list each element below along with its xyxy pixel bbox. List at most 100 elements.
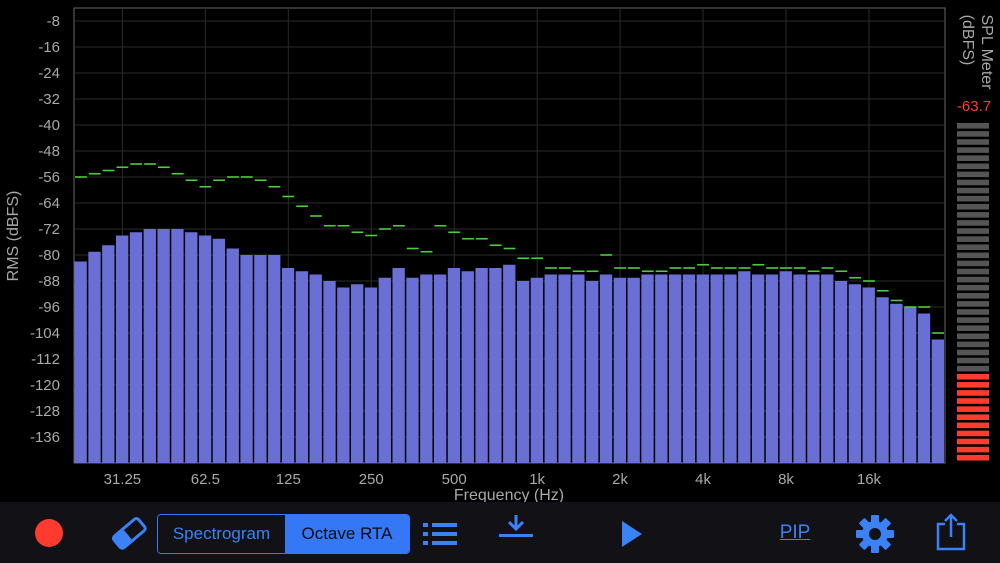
- x-tick-label: 250: [359, 471, 384, 488]
- spl-meter-segment: [957, 365, 989, 372]
- spl-meter-segment: [957, 179, 989, 186]
- x-tick-label: 8k: [778, 471, 794, 488]
- record-button[interactable]: [33, 517, 65, 549]
- spl-meter-segment: [957, 446, 989, 453]
- rms-bar: [503, 264, 516, 463]
- spl-meter-segment: [957, 406, 989, 412]
- rms-bar: [655, 274, 668, 463]
- y-tick-label: -64: [38, 195, 60, 212]
- y-tick-label: -72: [38, 221, 60, 238]
- view-mode-segmented-control: Spectrogram Octave RTA: [157, 514, 410, 554]
- rms-bar: [447, 268, 461, 463]
- spl-meter-title: SPL Meter: [978, 15, 995, 91]
- rms-bar: [309, 274, 322, 463]
- spl-meter-segment: [957, 147, 989, 153]
- share-button[interactable]: [931, 510, 971, 554]
- rms-bar: [613, 277, 627, 463]
- spl-meter-segment: [957, 325, 989, 331]
- rms-bar: [668, 274, 682, 463]
- y-tick-label: -48: [38, 143, 60, 160]
- rms-bar: [337, 287, 350, 463]
- spl-meter-segment: [957, 414, 989, 421]
- rms-bar: [793, 274, 806, 463]
- spl-meter-segment: [957, 398, 989, 404]
- rms-bar: [599, 274, 613, 463]
- y-tick-label: -96: [38, 299, 60, 316]
- rms-bar: [641, 274, 654, 463]
- play-button[interactable]: [614, 516, 648, 552]
- rms-bar: [420, 274, 433, 463]
- rms-bar: [738, 271, 751, 463]
- spl-meter-segment: [957, 236, 989, 242]
- x-tick-label: 2k: [612, 471, 628, 488]
- y-tick-label: -128: [30, 403, 60, 420]
- spl-meter-segment: [957, 333, 989, 340]
- y-axis-label: RMS (dBFS): [5, 191, 22, 282]
- y-tick-label: -16: [38, 39, 60, 56]
- spl-meter-segment: [957, 438, 989, 445]
- list-button[interactable]: [420, 518, 460, 550]
- spl-meter-segment: [957, 171, 989, 178]
- spl-meter-segment: [957, 187, 989, 194]
- rms-bar: [461, 271, 474, 463]
- spl-meter-segment: [957, 252, 989, 259]
- download-button[interactable]: [496, 510, 536, 546]
- spl-meter-segment: [957, 309, 989, 315]
- rms-bar: [323, 281, 336, 463]
- list-icon: [423, 523, 457, 545]
- spl-meter-segment: [957, 139, 989, 145]
- rms-bar: [710, 274, 723, 463]
- spl-meter-segment: [957, 228, 989, 234]
- spl-meter-value: -63.7: [957, 98, 991, 115]
- rms-bar: [115, 235, 129, 463]
- rms-bar: [364, 287, 378, 463]
- rms-bar: [295, 271, 309, 463]
- rta-chart: -8 -16 -24 -32 -40 -48 -56 -64 -72 -80 -88 -96 -104 -…: [5, 7, 995, 502]
- rms-bar: [240, 255, 253, 463]
- rms-bar: [558, 274, 571, 463]
- rms-bar: [544, 274, 557, 463]
- rms-bar: [751, 274, 765, 463]
- x-axis-label: Frequency (Hz): [454, 487, 564, 502]
- spl-meter-segment: [957, 195, 989, 202]
- spl-meter-segment: [957, 301, 989, 307]
- x-tick-label: 1k: [529, 471, 545, 488]
- rms-bar: [212, 238, 226, 463]
- x-tick-label: 62.5: [191, 471, 220, 488]
- spl-meter-segment: [957, 131, 989, 137]
- x-tick-label: 4k: [695, 471, 711, 488]
- segment-octave-rta[interactable]: Octave RTA: [285, 515, 409, 553]
- x-tick-label: 31.25: [104, 471, 142, 488]
- spl-meter-segment: [957, 293, 989, 299]
- spl-meter-segment: [957, 284, 989, 291]
- spl-meter-segment: [957, 454, 989, 461]
- spl-meter-segment: [957, 276, 989, 283]
- pip-button[interactable]: PIP: [770, 518, 820, 548]
- spl-meter-segment: [957, 155, 989, 161]
- rms-bar: [489, 268, 502, 463]
- rms-bar: [931, 339, 944, 463]
- rms-bar: [917, 313, 931, 463]
- rms-bar: [268, 255, 281, 463]
- rms-bar: [821, 274, 834, 463]
- rms-bar: [254, 255, 267, 463]
- rms-bar: [627, 277, 640, 463]
- segment-spectrogram[interactable]: Spectrogram: [158, 515, 285, 553]
- rms-bar: [904, 307, 917, 463]
- y-tick-label: -32: [38, 91, 60, 108]
- spl-meter-segment: [957, 390, 989, 396]
- y-tick-label: -80: [38, 247, 60, 264]
- x-tick-label: 125: [276, 471, 301, 488]
- settings-button[interactable]: [853, 512, 897, 556]
- y-tick-label: -24: [38, 65, 60, 82]
- rms-bar: [198, 235, 212, 463]
- download-icon: [499, 515, 533, 537]
- clear-button[interactable]: [108, 515, 150, 551]
- spl-meter-segment: [957, 430, 989, 437]
- rms-bar: [88, 251, 101, 463]
- rms-bar: [530, 277, 544, 463]
- spl-meter-unit: (dBFS): [959, 15, 976, 66]
- rms-bar: [406, 277, 419, 463]
- rms-bar: [226, 248, 239, 463]
- spl-meter-segment: [957, 220, 989, 226]
